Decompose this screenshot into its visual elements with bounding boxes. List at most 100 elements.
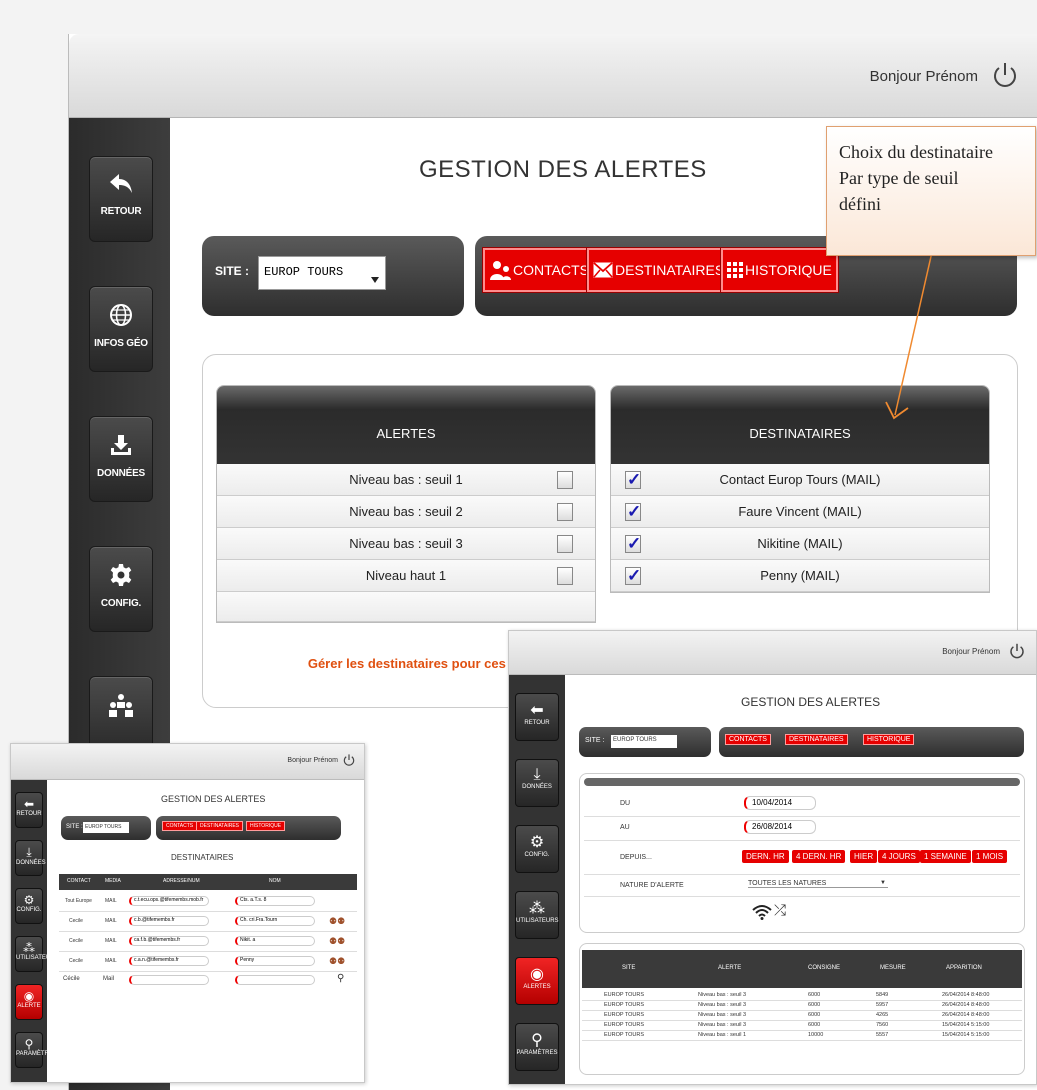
edit-user-icon[interactable]: ⚉⚉ [329,936,345,947]
cell: EUROP TOURS [604,1012,645,1018]
mini-nav-config[interactable]: ⚙ CONFIG. [15,888,43,924]
chevron-down-icon: ▼ [880,880,886,886]
range-4-days-button[interactable]: 4 JOURS [878,850,920,863]
au-field[interactable]: 26/08/2014 [744,820,816,834]
alert-checkbox[interactable] [557,503,573,521]
cell: 26/04/2014 8:48:00 [942,1002,990,1008]
mini-nav-settings[interactable]: ⚲ PARAMÈTRES [515,1023,559,1071]
mail-icon [593,262,613,278]
recipient-row: Penny (MAIL) [611,560,989,592]
mini-site-select[interactable]: EUROP TOURS [83,822,129,833]
alerts-table: ALERTES Niveau bas : seuil 1 Niveau bas … [216,385,596,623]
mini-nav-label: DONNÉES [16,860,46,866]
chevron-down-icon [371,277,379,283]
download-icon: ⤓ [26,845,32,859]
recipients-screen: Bonjour Prénom ⬅ RETOUR ⤓ DONNÉES ⚙ CONFIG.… [10,743,365,1083]
name-field[interactable]: Penny [235,956,315,966]
mini-top-bar: Bonjour Prénom [11,744,364,780]
mini-nav-users[interactable]: ⁂ UTILISATEURS [515,891,559,939]
cell: Niveau bas : seuil 3 [698,1002,746,1008]
mini-nav-data[interactable]: ⤓ DONNÉES [515,759,559,807]
add-user-icon[interactable]: ⚲ [337,973,344,984]
mini-tab-historique[interactable]: HISTORIQUE [863,734,915,745]
table-row: EUROP TOURS Niveau bas : seuil 3 6000 42… [582,1012,1022,1021]
mini-tab-historique[interactable]: HISTORIQUE [246,821,286,831]
tab-destinataires[interactable]: DESTINATAIRES [587,248,731,292]
alert-checkbox[interactable] [557,567,573,585]
alert-checkbox[interactable] [557,535,573,553]
range-yesterday-button[interactable]: HIER [850,850,878,863]
mini-nav-users[interactable]: ⁂ UTILISATEURS [15,936,59,972]
mini-sidebar: ⬅ RETOUR ⤓ DONNÉES ⚙ CONFIG. ⁂ UTILISATEURS … [509,675,565,1084]
new-address-field[interactable] [129,975,209,985]
mini-nav-alerts[interactable]: ◉ ALERTE [15,984,43,1020]
name-field[interactable]: Ch. cri.Fra.Tourn [235,916,315,926]
column-header: CONTACT [67,878,91,884]
alerts-header: ALERTES [217,386,595,464]
nav-geo-button[interactable]: INFOS GÉO [89,286,153,372]
du-field[interactable]: 10/04/2014 [744,796,816,810]
edit-user-icon[interactable]: ⚉⚉ [329,956,345,967]
power-icon[interactable] [342,753,356,767]
range-1-month-button[interactable]: 1 MOIS [972,850,1008,863]
page-title: GESTION DES ALERTES [419,156,707,183]
mini-tab-destinataires[interactable]: DESTINATAIRES [785,734,848,745]
tab-contacts[interactable]: CONTACTS [483,248,595,292]
mini-greeting: Bonjour Prénom [942,647,1000,656]
mini-site-select[interactable]: EUROP TOURS [611,735,677,748]
wifi-icon[interactable] [752,904,772,920]
new-contact-select[interactable]: Cécile [63,976,80,982]
name-field[interactable]: Nikit. a [235,936,315,946]
tab-historique[interactable]: HISTORIQUE [721,248,838,292]
recipient-label: Faure Vincent (MAIL) [738,504,862,519]
back-arrow-icon: ⬅ [530,702,544,719]
power-icon[interactable] [1008,642,1026,660]
mini-nav-config[interactable]: ⚙ CONFIG. [515,825,559,873]
recipient-checkbox[interactable] [625,560,641,592]
new-name-field[interactable] [235,975,315,985]
column-header: NOM [269,878,281,884]
cell: MAIL [105,898,117,904]
history-table-body: EUROP TOURS Niveau bas : seuil 3 6000 58… [582,992,1022,1072]
name-field[interactable]: Cts. a.T.s. 8 [235,896,315,906]
divider [584,896,1020,897]
recipient-checkbox[interactable] [625,496,641,528]
alert-row: Niveau haut 1 [217,560,595,592]
column-header: ADRESSE/NUM [163,878,200,884]
range-1-week-button[interactable]: 1 SEMAINE [920,850,971,863]
range-last-hour-button[interactable]: DERN. HR [742,850,789,863]
alert-checkbox[interactable] [557,471,573,489]
address-field[interactable]: c.t.ecu.ops.@tifemembs.mob.fr [129,896,209,906]
mini-nav-settings[interactable]: ⚲ PARAMÈTRES [15,1032,57,1068]
mini-nav-back[interactable]: ⬅ RETOUR [515,693,559,741]
shuffle-icon[interactable]: ⤮ [774,902,786,919]
recipient-row: Contact Europ Tours (MAIL) [611,464,989,496]
power-icon[interactable] [990,60,1020,90]
edit-user-icon[interactable]: ⚉⚉ [329,916,345,927]
mini-nav-data[interactable]: ⤓ DONNÉES [15,840,46,876]
mini-nav-back[interactable]: ⬅ RETOUR [15,792,43,828]
column-header: SITE [622,965,636,971]
column-header: ALERTE [718,965,742,971]
address-field[interactable]: c.a.n.@tifemembs.fr [129,956,209,966]
mini-tab-contacts[interactable]: CONTACTS [725,734,771,745]
address-field[interactable]: ca.f.b.@tifemembs.fr [129,936,209,946]
recipient-label: Nikitine (MAIL) [757,536,843,551]
nav-back-button[interactable]: RETOUR [89,156,153,242]
recipient-checkbox[interactable] [625,464,641,496]
cell: Cecile [69,958,83,964]
range-4-hours-button[interactable]: 4 DERN. HR [792,850,846,863]
nature-select[interactable]: TOUTES LES NATURES [748,880,888,888]
mini-nav-alerts[interactable]: ◉ ALERTES [515,957,559,1005]
nav-data-button[interactable]: DONNÉES [89,416,153,502]
address-field[interactable]: c.b.@tifemembs.fr [129,916,209,926]
site-select[interactable]: EUROP TOURS [258,256,386,290]
mini-tab-contacts[interactable]: CONTACTS [162,821,198,831]
cell: 6000 [808,1002,821,1008]
mini-tab-destinataires[interactable]: DESTINATAIRES [196,821,243,831]
recipient-checkbox[interactable] [625,528,641,560]
mini-nav-label: PARAMÈTRES [516,1050,558,1056]
nav-config-button[interactable]: CONFIG. [89,546,153,632]
nature-label: NATURE D'ALERTE [620,882,684,889]
new-media-select[interactable]: Mail [103,976,114,982]
